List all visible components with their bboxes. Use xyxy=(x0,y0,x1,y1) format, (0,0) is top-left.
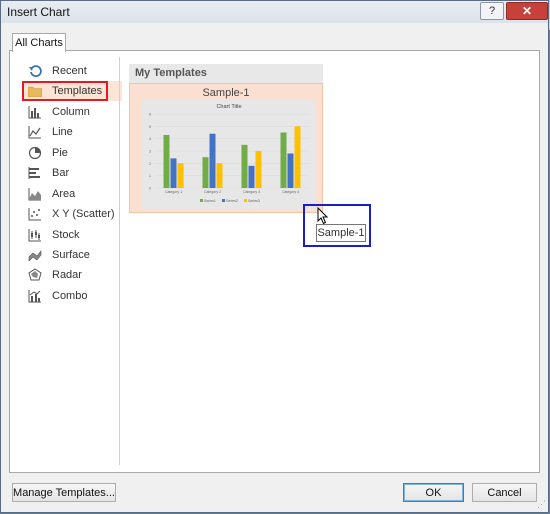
mini-chart-svg: Chart Title 0 1 2 3 4 5 6 Category 1 Category 2 Ca… xyxy=(149,104,310,203)
x-tick-label: Category 1 xyxy=(165,190,182,194)
chart-type-stock[interactable]: Stock xyxy=(24,225,122,245)
chart-type-area[interactable]: Area xyxy=(24,184,122,204)
area-chart-icon xyxy=(28,187,42,201)
scatter-chart-icon xyxy=(28,207,42,221)
x-tick-label: Category 3 xyxy=(243,190,260,194)
legend-swatch xyxy=(200,199,203,202)
dialog-title: Insert Chart xyxy=(7,5,70,19)
chart-type-label: X Y (Scatter) xyxy=(52,208,115,221)
my-templates-header: My Templates xyxy=(129,64,323,83)
manage-templates-button[interactable]: Manage Templates... xyxy=(12,483,116,502)
chart-type-label: Recent xyxy=(52,65,87,77)
surface-chart-icon xyxy=(28,248,42,262)
bar-series3-2 xyxy=(216,163,223,188)
title-bar: Insert Chart ? ✕ xyxy=(1,1,548,23)
line-chart-icon xyxy=(28,125,42,139)
chart-type-label: Surface xyxy=(52,248,90,261)
combo-chart-icon xyxy=(28,289,42,303)
template-thumbnail-sample-1[interactable]: Sample-1 Chart Title 0 1 2 3 4 5 6 Category 1 Cat… xyxy=(129,83,323,213)
chart-panel: Recent Templates Column Line Pie Bar Are… xyxy=(9,50,540,473)
insert-chart-dialog: Insert Chart ? ✕ All Charts Recent Templ… xyxy=(0,0,549,513)
folder-icon xyxy=(28,84,42,98)
chart-type-pie[interactable]: Pie xyxy=(24,143,122,163)
bar-series2-4 xyxy=(287,153,294,188)
chart-type-label: Stock xyxy=(52,228,80,241)
chart-type-bar[interactable]: Bar xyxy=(24,163,122,183)
chart-type-label: Radar xyxy=(52,269,82,282)
recent-icon xyxy=(28,64,42,78)
cancel-button[interactable]: Cancel xyxy=(472,483,537,502)
column-chart-icon xyxy=(28,105,42,119)
bar-series3-4 xyxy=(294,126,301,188)
chart-type-label: Combo xyxy=(52,289,88,302)
chart-type-surface[interactable]: Surface xyxy=(24,245,122,265)
bar-chart-icon xyxy=(28,166,42,180)
bar-series2-2 xyxy=(209,133,216,188)
bar-series1-2 xyxy=(202,157,209,188)
chart-type-scatter[interactable]: X Y (Scatter) xyxy=(24,204,122,224)
chart-type-label: Line xyxy=(52,126,73,139)
bar-series3-1 xyxy=(177,163,184,188)
y-tick-label: 0 xyxy=(149,187,151,191)
y-tick-label: 1 xyxy=(149,174,151,178)
bar-series1-4 xyxy=(280,132,287,188)
legend-label: Series3 xyxy=(248,199,260,203)
chart-type-label: Area xyxy=(52,187,76,200)
y-tick-label: 5 xyxy=(149,125,151,129)
chart-type-list: Recent Templates Column Line Pie Bar Are… xyxy=(24,61,122,306)
legend-label: Series1 xyxy=(204,199,216,203)
chart-type-recent[interactable]: Recent xyxy=(24,61,122,81)
mouse-cursor-icon xyxy=(317,207,329,225)
bar-series1-3 xyxy=(241,144,248,188)
x-tick-label: Category 4 xyxy=(282,190,299,194)
chart-type-templates[interactable]: Templates xyxy=(24,81,122,102)
chart-type-label: Templates xyxy=(52,85,103,98)
y-tick-label: 6 xyxy=(149,113,151,117)
bar-series2-1 xyxy=(170,158,177,188)
ok-button[interactable]: OK xyxy=(403,483,464,502)
tab-all-charts[interactable]: All Charts xyxy=(12,33,66,52)
chart-type-label: Column xyxy=(52,105,90,118)
legend-swatch xyxy=(222,199,225,202)
bar-series3-3 xyxy=(255,151,262,188)
legend-swatch xyxy=(244,199,247,202)
bar-series2-3 xyxy=(248,165,255,188)
close-button[interactable]: ✕ xyxy=(506,2,548,20)
template-tooltip: Sample-1 xyxy=(316,224,366,242)
y-tick-label: 2 xyxy=(149,162,151,166)
mini-chart-title: Chart Title xyxy=(216,104,241,110)
chart-type-label: Bar xyxy=(52,167,70,180)
radar-chart-icon xyxy=(28,268,42,282)
legend-label: Series2 xyxy=(226,199,238,203)
template-preview-chart: Chart Title 0 1 2 3 4 5 6 Category 1 Category 2 Ca… xyxy=(142,100,316,210)
chart-type-combo[interactable]: Combo xyxy=(24,286,122,306)
chart-type-line[interactable]: Line xyxy=(24,122,122,142)
y-tick-label: 3 xyxy=(149,150,151,154)
resize-grip[interactable]: ⋰ xyxy=(537,499,546,510)
help-button[interactable]: ? xyxy=(480,2,504,20)
y-tick-label: 4 xyxy=(149,137,151,141)
chart-type-column[interactable]: Column xyxy=(24,102,122,122)
stock-chart-icon xyxy=(28,228,42,242)
chart-type-radar[interactable]: Radar xyxy=(24,265,122,285)
bar-series1-1 xyxy=(163,134,170,188)
pie-chart-icon xyxy=(28,146,42,160)
template-name: Sample-1 xyxy=(202,87,250,99)
chart-type-label: Pie xyxy=(52,146,68,159)
x-tick-label: Category 2 xyxy=(204,190,221,194)
panel-divider xyxy=(119,57,120,465)
